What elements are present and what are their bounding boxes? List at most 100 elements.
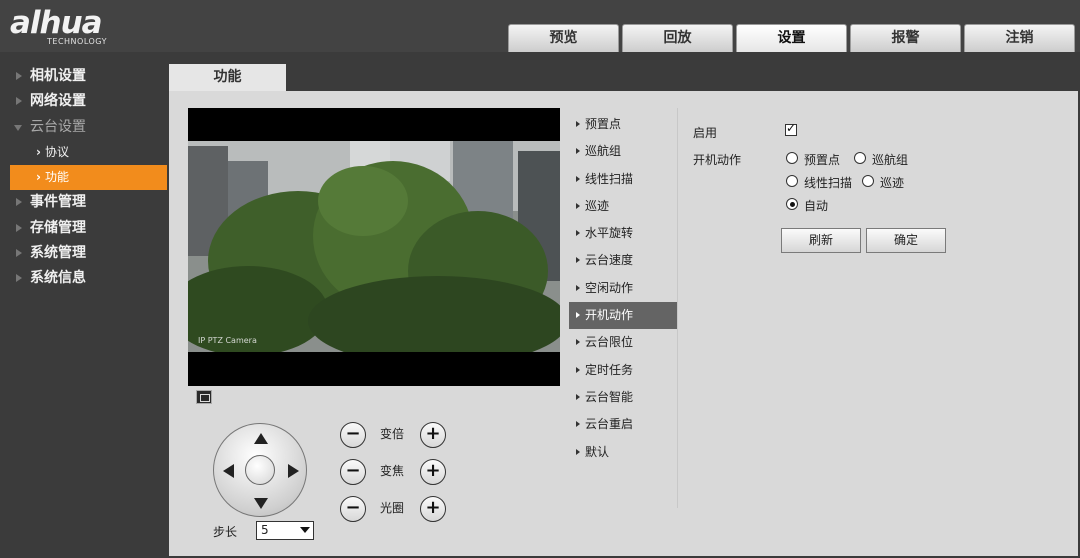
- menu-item-label: 水平旋转: [585, 226, 634, 241]
- sidebar-item-storage-management[interactable]: 存储管理: [0, 216, 168, 241]
- tab-logout[interactable]: 注销: [964, 24, 1075, 52]
- logo-subtitle: TECHNOLOGY: [47, 37, 107, 46]
- refresh-button[interactable]: 刷新: [781, 228, 861, 253]
- power-up-action-label: 开机动作: [693, 153, 742, 167]
- tab-preview[interactable]: 预览: [508, 24, 619, 52]
- camera-osd-label: IP PTZ Camera: [198, 336, 257, 345]
- menu-item-label: 预置点: [585, 117, 622, 131]
- caret-right-icon: [576, 393, 580, 400]
- caret-right-icon: [576, 175, 580, 182]
- confirm-button[interactable]: 确定: [866, 228, 946, 253]
- step-label: 步长: [213, 525, 238, 539]
- focus-plus-button[interactable]: +: [420, 459, 446, 485]
- menu-item-time-task[interactable]: 定时任务: [569, 357, 677, 384]
- sidebar-subitem-function[interactable]: › 功能: [10, 165, 167, 191]
- ptz-right-arrow-icon[interactable]: [288, 464, 299, 478]
- menu-item-default[interactable]: 默认: [569, 439, 677, 466]
- menu-item-preset[interactable]: 预置点: [569, 111, 677, 138]
- radio-tour-label: 巡航组: [872, 153, 909, 167]
- sidebar-item-label: 网络设置: [30, 93, 86, 110]
- menu-item-idle-motion[interactable]: 空闲动作: [569, 275, 677, 302]
- menu-item-ptz-speed[interactable]: 云台速度: [569, 247, 677, 274]
- step-value: 5: [261, 523, 269, 537]
- ptz-function-menu: 预置点 巡航组 线性扫描 巡迹 水平旋转 云台速度 空闲动作 开机动作 云台限位…: [569, 111, 677, 466]
- ptz-left-arrow-icon[interactable]: [223, 464, 234, 478]
- radio-pattern-label: 巡迹: [880, 176, 905, 190]
- menu-item-label: 云台智能: [585, 389, 634, 404]
- expand-triangle-icon: [16, 97, 22, 106]
- caret-right-icon: [576, 148, 580, 155]
- ptz-center-button[interactable]: [245, 455, 275, 485]
- radio-auto[interactable]: [786, 198, 798, 210]
- expand-triangle-icon: [16, 198, 22, 207]
- ptz-up-arrow-icon[interactable]: [254, 433, 268, 444]
- tab-settings[interactable]: 设置: [736, 24, 847, 52]
- expand-triangle-icon: [16, 72, 22, 80]
- collapse-triangle-icon: [14, 124, 22, 131]
- radio-preset-label: 预置点: [804, 153, 841, 167]
- top-header: alhua TECHNOLOGY 预览 回放 设置 报警 注销: [0, 0, 1080, 52]
- menu-item-label: 空闲动作: [585, 280, 634, 295]
- caret-right-icon: [576, 421, 580, 428]
- sidebar-item-label: 系统管理: [30, 245, 86, 262]
- menu-item-pattern[interactable]: 巡迹: [569, 193, 677, 220]
- menu-item-ptz-smart[interactable]: 云台智能: [569, 384, 677, 411]
- radio-preset[interactable]: [786, 152, 798, 164]
- iris-plus-button[interactable]: +: [420, 496, 446, 522]
- sidebar-subitem-label: 协议: [44, 144, 69, 159]
- zoom-minus-button[interactable]: −: [340, 422, 366, 448]
- menu-item-label: 线性扫描: [585, 171, 634, 186]
- camera-scene-image: IP PTZ Camera: [188, 141, 560, 352]
- iris-minus-button[interactable]: −: [340, 496, 366, 522]
- menu-item-label: 定时任务: [585, 362, 634, 377]
- dahua-logo: alhua TECHNOLOGY: [10, 6, 150, 48]
- menu-item-scan[interactable]: 线性扫描: [569, 166, 677, 193]
- menu-item-tour[interactable]: 巡航组: [569, 138, 677, 165]
- sidebar-item-camera-settings[interactable]: 相机设置: [0, 64, 168, 89]
- menu-item-label: 开机动作: [585, 308, 634, 323]
- sidebar-item-label: 事件管理: [30, 194, 86, 211]
- zoom-plus-button[interactable]: +: [420, 422, 446, 448]
- ptz-direction-pad: [213, 423, 307, 517]
- caret-right-icon: [576, 448, 580, 455]
- sidebar-item-label: 云台设置: [30, 118, 86, 135]
- tab-alarm[interactable]: 报警: [850, 24, 961, 52]
- zoom-label: 变倍: [380, 427, 405, 441]
- sidebar-item-event-management[interactable]: 事件管理: [0, 190, 168, 215]
- tab-playback[interactable]: 回放: [622, 24, 733, 52]
- menu-item-label: 巡迹: [585, 198, 610, 213]
- video-preview[interactable]: IP PTZ Camera: [188, 108, 560, 404]
- radio-scan-label: 线性扫描: [804, 176, 853, 190]
- enable-label: 启用: [693, 126, 718, 140]
- caret-right-icon: [576, 366, 580, 373]
- sidebar-subitem-protocol[interactable]: › 协议: [10, 140, 167, 165]
- main-content: IP PTZ Camera 步长 5 − 变倍 + − 变焦 + − 光圈 + …: [169, 91, 1078, 556]
- menu-divider: [677, 108, 678, 508]
- chevron-right-icon: ›: [36, 170, 41, 185]
- radio-pattern[interactable]: [862, 175, 874, 187]
- menu-item-label: 默认: [585, 444, 610, 459]
- menu-item-label: 云台速度: [585, 253, 634, 268]
- enable-checkbox[interactable]: [785, 121, 797, 136]
- sidebar-item-label: 存储管理: [30, 219, 86, 236]
- scene-graphic: [188, 141, 560, 352]
- sidebar-item-network-settings[interactable]: 网络设置: [0, 89, 168, 114]
- sidebar-item-ptz-settings[interactable]: 云台设置: [0, 115, 168, 140]
- menu-item-ptz-restart[interactable]: 云台重启: [569, 411, 677, 438]
- page-tab-function[interactable]: 功能: [169, 64, 286, 92]
- menu-item-label: 巡航组: [585, 144, 622, 159]
- caret-right-icon: [576, 230, 580, 237]
- menu-item-ptz-limit[interactable]: 云台限位: [569, 329, 677, 356]
- focus-minus-button[interactable]: −: [340, 459, 366, 485]
- menu-item-power-up[interactable]: 开机动作: [569, 302, 677, 330]
- sidebar: 相机设置 网络设置 云台设置 › 协议 › 功能 事件管理 存储管理 系统管理 系统…: [0, 52, 168, 558]
- sidebar-item-system-info[interactable]: 系统信息: [0, 266, 168, 291]
- radio-tour[interactable]: [854, 152, 866, 164]
- sidebar-item-system-management[interactable]: 系统管理: [0, 241, 168, 266]
- step-select[interactable]: 5: [256, 521, 314, 540]
- iris-label: 光圈: [380, 501, 405, 515]
- fullscreen-icon[interactable]: [196, 390, 212, 404]
- ptz-down-arrow-icon[interactable]: [254, 498, 268, 509]
- radio-scan[interactable]: [786, 175, 798, 187]
- menu-item-pan[interactable]: 水平旋转: [569, 220, 677, 247]
